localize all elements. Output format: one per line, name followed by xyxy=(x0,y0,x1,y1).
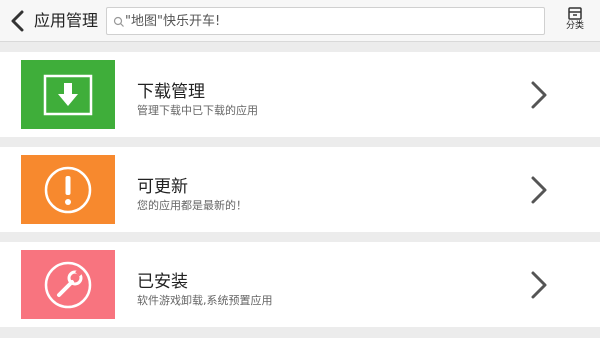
search-icon xyxy=(113,16,124,27)
item-title: 可更新 xyxy=(137,177,188,197)
category-button[interactable]: 分类 xyxy=(558,4,592,38)
item-title: 已安装 xyxy=(137,272,188,292)
back-arrow-icon xyxy=(11,10,24,32)
top-bar: 应用管理 分类 xyxy=(0,0,600,42)
chevron-right-icon xyxy=(531,271,547,299)
chevron-right-icon xyxy=(531,176,547,204)
category-label: 分类 xyxy=(565,21,584,31)
exclamation-icon xyxy=(44,166,92,213)
installed-tile xyxy=(21,250,115,319)
back-button[interactable] xyxy=(6,8,28,34)
page-title: 应用管理 xyxy=(34,11,99,30)
search-input[interactable] xyxy=(125,8,540,34)
updates-tile xyxy=(21,155,115,224)
search-box[interactable] xyxy=(106,7,545,35)
download-management-item[interactable]: 下载管理 管理下载中已下载的应用 xyxy=(0,52,600,137)
item-subtitle: 管理下载中已下载的应用 xyxy=(137,104,258,117)
updates-item[interactable]: 可更新 您的应用都是最新的！ xyxy=(0,147,600,232)
chevron-right-icon xyxy=(531,81,547,109)
installed-item[interactable]: 已安装 软件游戏卸载,系统预置应用 xyxy=(0,242,600,327)
item-title: 下载管理 xyxy=(137,82,205,102)
item-subtitle: 软件游戏卸载,系统预置应用 xyxy=(137,294,273,307)
category-box-icon xyxy=(568,7,582,20)
wrench-icon xyxy=(44,261,92,308)
download-icon xyxy=(43,74,93,115)
download-tile xyxy=(21,60,115,129)
item-subtitle: 您的应用都是最新的！ xyxy=(137,199,247,212)
